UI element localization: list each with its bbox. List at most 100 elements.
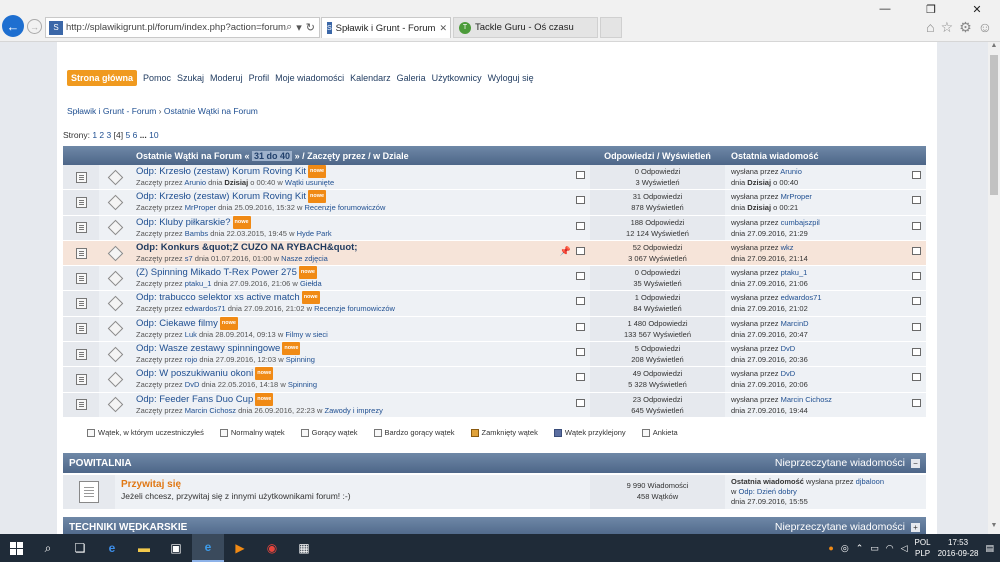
vertical-scrollbar[interactable]: ▲ ▼ xyxy=(988,42,1000,534)
topic-author[interactable]: Luk xyxy=(185,330,197,339)
unread-link[interactable]: Nieprzeczytane wiadomości − xyxy=(775,457,926,469)
topic-title[interactable]: Odp: Krzesło (zestaw) Korum Roving Kit xyxy=(136,191,306,202)
goto-last-icon[interactable] xyxy=(912,246,921,255)
file-explorer-icon[interactable]: ▬ xyxy=(128,534,160,562)
tray-chevron-icon[interactable]: ⌃ xyxy=(856,543,864,554)
collapse-icon[interactable]: − xyxy=(911,458,920,468)
edge-icon[interactable]: e xyxy=(96,534,128,562)
goto-last-icon[interactable] xyxy=(912,322,921,331)
goto-new-icon[interactable] xyxy=(576,297,585,306)
tray-battery-icon[interactable]: ▭ xyxy=(870,543,879,554)
topic-author[interactable]: Arunio xyxy=(184,178,206,187)
address-bar[interactable]: S http://splawikigrunt.pl/forum/index.ph… xyxy=(45,17,320,38)
new-badge[interactable]: nowe xyxy=(219,316,238,330)
page-link[interactable]: 2 xyxy=(99,130,104,140)
maximize-icon[interactable]: ❐ xyxy=(908,0,954,18)
goto-last-icon[interactable] xyxy=(912,348,921,357)
topic-author[interactable]: ptaku_1 xyxy=(185,279,212,288)
store-icon[interactable]: ▣ xyxy=(160,534,192,562)
menu-profile[interactable]: Profil xyxy=(249,73,270,83)
scroll-up-icon[interactable]: ▲ xyxy=(988,42,1000,54)
menu-help[interactable]: Pomoc xyxy=(143,73,171,83)
task-view-icon[interactable]: ❏ xyxy=(64,534,96,562)
page-link[interactable]: 6 xyxy=(133,130,138,140)
settings-gear-icon[interactable]: ⚙ xyxy=(959,19,972,36)
board-last-topic[interactable]: Odp: Dzień dobry xyxy=(739,487,797,496)
tab-tackle-guru[interactable]: T Tackle Guru - Oś czasu xyxy=(453,17,598,38)
new-badge[interactable]: nowe xyxy=(255,367,274,381)
topic-board[interactable]: Zawody i imprezy xyxy=(325,406,383,415)
topic-title[interactable]: Odp: Feeder Fans Duo Cup xyxy=(136,394,253,405)
board-last-author[interactable]: djbaloon xyxy=(856,477,884,486)
goto-last-icon[interactable] xyxy=(912,373,921,382)
page-link[interactable]: 10 xyxy=(149,130,158,140)
new-badge[interactable]: nowe xyxy=(255,392,274,406)
topic-author[interactable]: MrProper xyxy=(185,203,216,212)
breadcrumb-forum[interactable]: Spławik i Grunt - Forum xyxy=(67,106,156,116)
scroll-down-icon[interactable]: ▼ xyxy=(988,522,1000,534)
last-author[interactable]: MrProper xyxy=(781,192,812,201)
language-indicator[interactable]: POL PLP xyxy=(915,537,931,559)
goto-new-icon[interactable] xyxy=(576,348,585,357)
menu-gallery[interactable]: Galeria xyxy=(397,73,426,83)
goto-new-icon[interactable] xyxy=(576,171,585,179)
topic-title[interactable]: Odp: Ciekawe filmy xyxy=(136,318,218,329)
page-link[interactable]: 1 xyxy=(92,130,97,140)
goto-new-icon[interactable] xyxy=(576,398,585,407)
favorites-star-icon[interactable]: ☆ xyxy=(941,19,954,36)
goto-new-icon[interactable] xyxy=(576,196,585,205)
new-badge[interactable]: nowe xyxy=(232,215,251,229)
goto-last-icon[interactable] xyxy=(912,196,921,205)
forward-button[interactable]: → xyxy=(27,19,42,34)
breadcrumb-current[interactable]: Ostatnie Wątki na Forum xyxy=(164,106,258,116)
tray-network-icon[interactable]: ◎ xyxy=(841,543,849,554)
goto-last-icon[interactable] xyxy=(912,398,921,407)
goto-new-icon[interactable] xyxy=(576,221,585,230)
goto-last-icon[interactable] xyxy=(912,221,921,230)
page-link[interactable]: 5 xyxy=(125,130,130,140)
topic-title[interactable]: Odp: Konkurs &quot;Z CUZO NA RYBACH&quot… xyxy=(136,242,357,253)
search-icon[interactable]: ⌕ xyxy=(286,21,292,34)
media-player-icon[interactable]: ▶ xyxy=(224,534,256,562)
home-icon[interactable]: ⌂ xyxy=(926,19,934,36)
topic-board[interactable]: Recenzje forumowiczów xyxy=(314,304,395,313)
last-author[interactable]: ptaku_1 xyxy=(781,268,808,277)
topic-title[interactable]: Odp: trabucco selektor xs active match xyxy=(136,292,300,303)
search-icon[interactable]: ⌕ xyxy=(32,534,64,562)
topic-title[interactable]: (Z) Spinning Mikado T-Rex Power 275 xyxy=(136,267,297,278)
close-window-icon[interactable]: ✕ xyxy=(954,0,1000,18)
page-link[interactable]: 3 xyxy=(107,130,112,140)
goto-last-icon[interactable] xyxy=(912,297,921,306)
start-button[interactable] xyxy=(0,534,32,562)
topic-board[interactable]: Recenzje forumowiczów xyxy=(305,203,386,212)
last-author[interactable]: MarcinD xyxy=(781,319,809,328)
goto-new-icon[interactable] xyxy=(576,246,585,255)
minimize-icon[interactable]: — xyxy=(862,0,908,18)
topic-author[interactable]: DvD xyxy=(185,380,200,389)
menu-home[interactable]: Strona główna xyxy=(67,70,138,86)
refresh-icon[interactable]: ↻ xyxy=(306,21,315,34)
dropdown-icon[interactable]: ▾ xyxy=(296,21,302,34)
smiley-feedback-icon[interactable]: ☺ xyxy=(978,19,992,36)
topic-board[interactable]: Wątki usunięte xyxy=(285,178,334,187)
clock[interactable]: 17:53 2016-09-28 xyxy=(938,537,979,559)
tab-forum[interactable]: S Spławik i Grunt - Forum ✕ xyxy=(321,17,451,38)
topic-board[interactable]: Nasze zdjęcia xyxy=(281,254,328,263)
new-badge[interactable]: nowe xyxy=(308,165,327,178)
new-badge[interactable]: nowe xyxy=(298,266,317,280)
tray-volume-icon[interactable]: ◁ xyxy=(901,543,908,554)
last-author[interactable]: DvD xyxy=(781,369,796,378)
topic-board[interactable]: Giełda xyxy=(300,279,322,288)
topic-board[interactable]: Spinning xyxy=(288,380,317,389)
new-badge[interactable]: nowe xyxy=(282,342,301,356)
new-badge[interactable]: nowe xyxy=(301,291,320,305)
goto-new-icon[interactable] xyxy=(576,272,585,281)
topic-title[interactable]: Odp: Krzesło (zestaw) Korum Roving Kit xyxy=(136,166,306,177)
menu-logout[interactable]: Wyloguj się xyxy=(488,73,534,83)
url-text[interactable]: http://splawikigrunt.pl/forum/index.php?… xyxy=(66,22,286,33)
back-button[interactable]: ← xyxy=(2,15,24,37)
new-tab-button[interactable] xyxy=(600,17,622,38)
topic-author[interactable]: Bambs xyxy=(185,229,208,238)
goto-new-icon[interactable] xyxy=(576,322,585,331)
unread-link[interactable]: Nieprzeczytane wiadomości + xyxy=(775,521,926,533)
